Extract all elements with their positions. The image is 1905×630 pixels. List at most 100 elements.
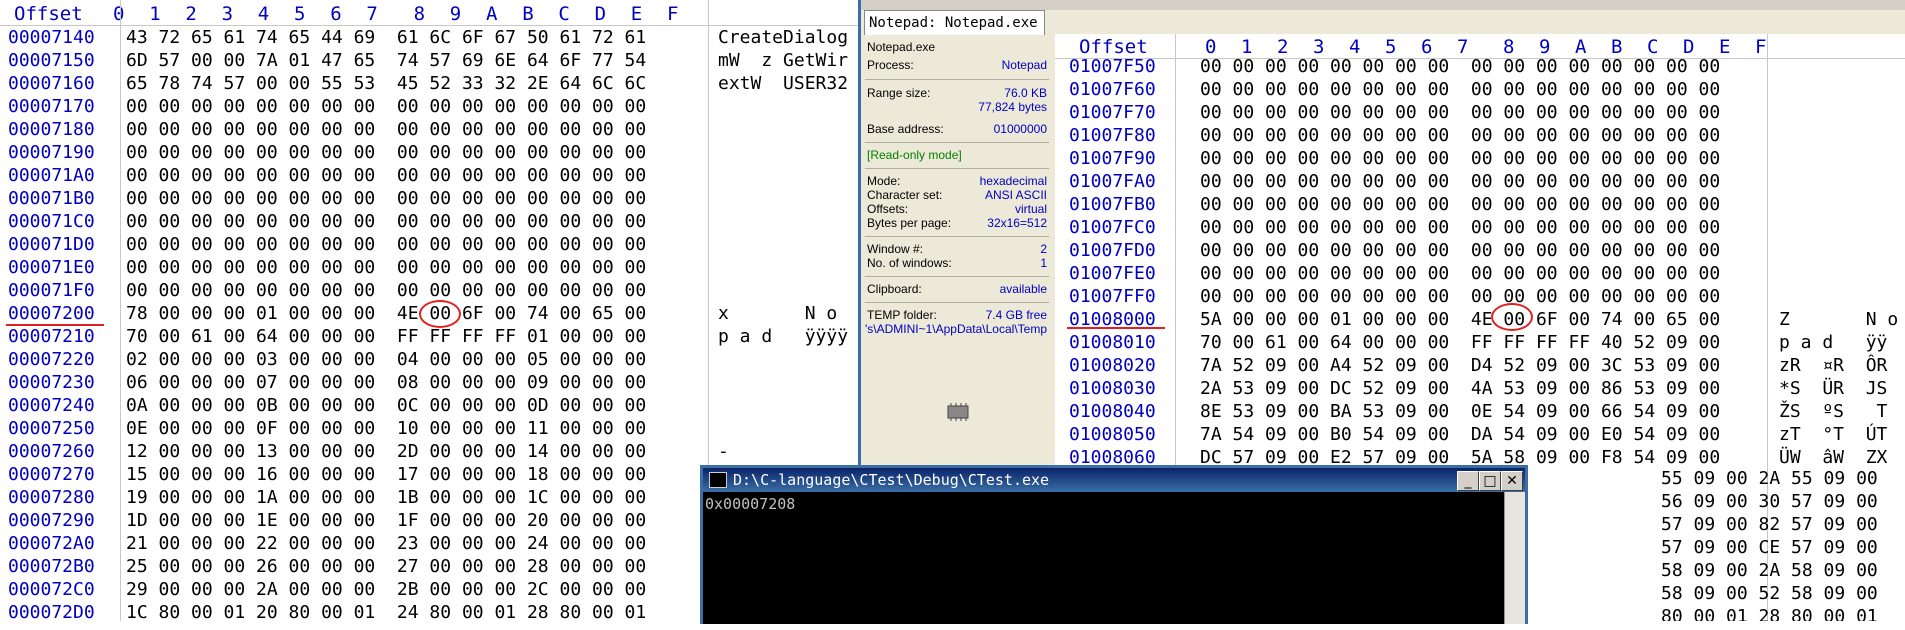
row-ascii[interactable]: - xyxy=(718,441,729,464)
row-address[interactable]: 00007140 xyxy=(8,27,95,50)
row-hex[interactable]: 06 00 00 00 07 00 00 00 08 00 00 00 09 0… xyxy=(126,372,646,395)
row-tail[interactable]: 57 09 00 CE 57 09 00 ŒW œW ÂW xyxy=(1661,537,1905,560)
row-address[interactable]: 000072B0 xyxy=(8,556,95,579)
row-hex[interactable]: 00 00 00 00 00 00 00 00 00 00 00 00 00 0… xyxy=(126,234,646,257)
row-address[interactable]: 00007240 xyxy=(8,395,95,418)
row-address[interactable]: 00007280 xyxy=(8,487,95,510)
row-address[interactable]: 01008050 xyxy=(1069,424,1156,447)
row-hex[interactable]: 12 00 00 00 13 00 00 00 2D 00 00 00 14 0… xyxy=(126,441,646,464)
row-ascii[interactable]: extW USER32 xyxy=(718,73,848,96)
row-address[interactable]: 00007290 xyxy=(8,510,95,533)
row-hex[interactable]: 78 00 00 00 01 00 00 00 4E 00 6F 00 74 0… xyxy=(126,303,646,326)
row-address[interactable]: 00007160 xyxy=(8,73,95,96)
row-tail[interactable]: 56 09 00 30 57 09 00 ¬U V >V xyxy=(1661,491,1905,514)
row-hex[interactable]: 00 00 00 00 00 00 00 00 00 00 00 00 00 0… xyxy=(1200,102,1720,125)
row-ascii[interactable]: ŽS ºS T xyxy=(1779,401,1887,424)
row-address[interactable]: 000071E0 xyxy=(8,257,95,280)
row-hex[interactable]: 19 00 00 00 1A 00 00 00 1B 00 00 00 1C 0… xyxy=(126,487,646,510)
row-address[interactable]: 01007F70 xyxy=(1069,102,1156,125)
row-hex[interactable]: 00 00 00 00 00 00 00 00 00 00 00 00 00 0… xyxy=(126,119,646,142)
console-scrollbar[interactable] xyxy=(1504,492,1525,624)
row-hex[interactable]: 00 00 00 00 00 00 00 00 00 00 00 00 00 0… xyxy=(126,257,646,280)
row-ascii[interactable]: p a d ÿÿ xyxy=(1779,332,1887,355)
console-window[interactable]: D:\C-language\CTest\Debug\CTest.exe _ □ … xyxy=(700,465,1528,624)
row-address[interactable]: 00007230 xyxy=(8,372,95,395)
row-hex[interactable]: 21 00 00 00 22 00 00 00 23 00 00 00 24 0… xyxy=(126,533,646,556)
row-address[interactable]: 01007FD0 xyxy=(1069,240,1156,263)
row-hex[interactable]: 00 00 00 00 00 00 00 00 00 00 00 00 00 0… xyxy=(1200,171,1720,194)
row-address[interactable]: 00007210 xyxy=(8,326,95,349)
row-address[interactable]: 00007150 xyxy=(8,50,95,73)
row-address[interactable]: 00007250 xyxy=(8,418,95,441)
row-address[interactable]: 000071B0 xyxy=(8,188,95,211)
row-address[interactable]: 00007260 xyxy=(8,441,95,464)
row-ascii[interactable]: CreateDialog xyxy=(718,27,848,50)
row-address[interactable]: 01007F90 xyxy=(1069,148,1156,171)
row-hex[interactable]: 00 00 00 00 00 00 00 00 00 00 00 00 00 0… xyxy=(1200,240,1720,263)
row-address[interactable]: 000071A0 xyxy=(8,165,95,188)
row-ascii[interactable]: ÜW âW ZX xyxy=(1779,447,1887,470)
row-hex[interactable]: 00 00 00 00 00 00 00 00 00 00 00 00 00 0… xyxy=(126,211,646,234)
row-address[interactable]: 000071F0 xyxy=(8,280,95,303)
row-tail[interactable]: 58 09 00 2A 58 09 00 ðW X X xyxy=(1661,560,1905,583)
row-ascii[interactable]: mW z GetWir xyxy=(718,50,848,73)
row-address[interactable]: 01008030 xyxy=(1069,378,1156,401)
row-address[interactable]: 000072C0 xyxy=(8,579,95,602)
close-button[interactable]: ✕ xyxy=(1501,471,1523,491)
row-hex[interactable]: 70 00 61 00 64 00 00 00 FF FF FF FF 01 0… xyxy=(126,326,646,349)
row-address[interactable]: 01007F60 xyxy=(1069,79,1156,102)
row-address[interactable]: 00007200 xyxy=(8,303,95,326)
row-hex[interactable]: 00 00 00 00 00 00 00 00 00 00 00 00 00 0… xyxy=(1200,79,1720,102)
row-address[interactable]: 01008040 xyxy=(1069,401,1156,424)
row-address[interactable]: 00007220 xyxy=(8,349,95,372)
row-hex[interactable]: 15 00 00 00 16 00 00 00 17 00 00 00 18 0… xyxy=(126,464,646,487)
row-address[interactable]: 01007FC0 xyxy=(1069,217,1156,240)
row-address[interactable]: 000071C0 xyxy=(8,211,95,234)
row-hex[interactable]: 43 72 65 61 74 65 44 69 61 6C 6F 67 50 6… xyxy=(126,27,646,50)
row-hex[interactable]: 1D 00 00 00 1E 00 00 00 1F 00 00 00 20 0… xyxy=(126,510,646,533)
row-hex[interactable]: 00 00 00 00 00 00 00 00 00 00 00 00 00 0… xyxy=(1200,56,1720,79)
row-address[interactable]: 00007170 xyxy=(8,96,95,119)
row-address[interactable]: 00007270 xyxy=(8,464,95,487)
row-tail[interactable]: 57 09 00 82 57 09 00 W bW tW xyxy=(1661,514,1905,537)
maximize-button[interactable]: □ xyxy=(1479,471,1501,491)
console-titlebar[interactable]: D:\C-language\CTest\Debug\CTest.exe _ □ … xyxy=(703,468,1525,492)
minimize-button[interactable]: _ xyxy=(1457,471,1479,491)
row-hex[interactable]: 00 00 00 00 00 00 00 00 00 00 00 00 00 0… xyxy=(1200,148,1720,171)
row-address[interactable]: 01007FE0 xyxy=(1069,263,1156,286)
row-address[interactable]: 000072A0 xyxy=(8,533,95,556)
row-ascii[interactable]: x N o xyxy=(718,303,837,326)
row-hex[interactable]: 00 00 00 00 00 00 00 00 00 00 00 00 00 0… xyxy=(126,280,646,303)
row-address[interactable]: 00007180 xyxy=(8,119,95,142)
row-hex[interactable]: 00 00 00 00 00 00 00 00 00 00 00 00 00 0… xyxy=(1200,263,1720,286)
row-hex[interactable]: 00 00 00 00 00 00 00 00 00 00 00 00 00 0… xyxy=(126,96,646,119)
row-ascii[interactable]: zR ¤R ÔR xyxy=(1779,355,1887,378)
tab-notepad[interactable]: Notepad: Notepad.exe xyxy=(864,10,1045,35)
row-hex[interactable]: 00 00 00 00 00 00 00 00 00 00 00 00 00 0… xyxy=(126,142,646,165)
row-hex[interactable]: 0E 00 00 00 0F 00 00 00 10 00 00 00 11 0… xyxy=(126,418,646,441)
row-address[interactable]: 000072D0 xyxy=(8,602,95,621)
row-hex[interactable]: 00 00 00 00 00 00 00 00 00 00 00 00 00 0… xyxy=(1200,286,1720,309)
row-address[interactable]: 00007190 xyxy=(8,142,95,165)
row-hex[interactable]: 00 00 00 00 00 00 00 00 00 00 00 00 00 0… xyxy=(126,188,646,211)
row-address[interactable]: 01007FF0 xyxy=(1069,286,1156,309)
row-hex[interactable]: 1C 80 00 01 20 80 00 01 24 80 00 01 28 8… xyxy=(126,602,646,621)
row-hex[interactable]: 7A 52 09 00 A4 52 09 00 D4 52 09 00 3C 5… xyxy=(1200,355,1720,378)
row-address[interactable]: 000071D0 xyxy=(8,234,95,257)
row-ascii[interactable]: zT °T ÚT xyxy=(1779,424,1887,447)
row-hex[interactable]: 2A 53 09 00 DC 52 09 00 4A 53 09 00 86 5… xyxy=(1200,378,1720,401)
row-hex[interactable]: 5A 00 00 00 01 00 00 00 4E 00 6F 00 74 0… xyxy=(1200,309,1720,332)
row-hex[interactable]: 65 78 74 57 00 00 55 53 45 52 33 32 2E 6… xyxy=(126,73,646,96)
row-hex[interactable]: 0A 00 00 00 0B 00 00 00 0C 00 00 00 0D 0… xyxy=(126,395,646,418)
row-tail[interactable]: 55 09 00 2A 55 09 00 U "U xyxy=(1661,468,1905,491)
row-hex[interactable]: 00 00 00 00 00 00 00 00 00 00 00 00 00 0… xyxy=(1200,125,1720,148)
row-address[interactable]: 01007F80 xyxy=(1069,125,1156,148)
row-address[interactable]: 01008020 xyxy=(1069,355,1156,378)
row-ascii[interactable]: p a d ÿÿÿÿ xyxy=(718,326,848,349)
row-hex[interactable]: 25 00 00 00 26 00 00 00 27 00 00 00 28 0… xyxy=(126,556,646,579)
row-hex[interactable]: 00 00 00 00 00 00 00 00 00 00 00 00 00 0… xyxy=(1200,194,1720,217)
row-hex[interactable]: 6D 57 00 00 7A 01 47 65 74 57 69 6E 64 6… xyxy=(126,50,646,73)
row-hex[interactable]: 00 00 00 00 00 00 00 00 00 00 00 00 00 0… xyxy=(1200,217,1720,240)
row-ascii[interactable]: *S ÜR JS xyxy=(1779,378,1887,401)
row-address[interactable]: 01008010 xyxy=(1069,332,1156,355)
